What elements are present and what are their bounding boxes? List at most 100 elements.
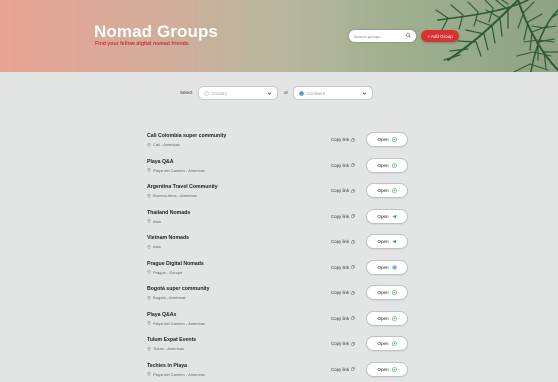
list-item: Argentina Travel Community Buenos Aires -… [147,179,409,205]
group-location-text: Buenos Aires - Americas [153,193,197,198]
list-item: Techies in Playa Playa del Carmen - Ameri… [147,358,409,382]
open-group-button[interactable]: Open [366,208,408,224]
hero-banner: Nomad Groups Find your fellow digital no… [0,0,558,72]
open-group-button[interactable]: Open [366,259,408,275]
group-location-text: Playa del Carmen - Americas [153,167,205,173]
group-location: Playa del Carmen - Americas [147,168,205,173]
group-name: Techies in Playa [147,362,187,369]
copy-icon [351,367,355,371]
copy-link-button[interactable]: Copy link [331,316,355,321]
group-location-text: Prague - Europe [153,269,183,275]
copy-icon [351,214,355,218]
copy-link-label: Copy link [331,341,350,346]
open-group-button[interactable]: Open [366,183,408,198]
copy-link-button[interactable]: Copy link [331,341,355,346]
copy-link-button[interactable]: Copy link [331,265,355,270]
copy-icon [351,290,355,295]
globe-icon [299,90,304,96]
group-name: Cali Colombia super community [147,133,227,139]
copy-link-button[interactable]: Copy link [331,290,355,295]
open-label: Open [377,239,389,244]
open-label: Open [377,290,389,295]
location-pin-icon [147,321,151,325]
open-group-button[interactable]: Open [366,234,408,249]
copy-link-button[interactable]: Copy link [331,214,355,219]
copy-link-label: Copy link [331,366,350,372]
whatsapp-icon [391,137,397,142]
location-pin-icon [147,270,151,274]
group-location: Playa del Carmen - Americas [147,321,205,326]
copy-link-label: Copy link [331,162,350,168]
group-name: Argentina Travel Community [147,184,218,190]
group-name: Thailand Nomads [147,209,191,216]
whatsapp-icon [391,290,397,295]
select-label: Select [180,90,193,95]
country-select[interactable]: Country [198,86,278,100]
open-group-button[interactable]: Open [366,310,408,326]
continent-placeholder: Continent [307,90,325,96]
open-label: Open [377,137,389,142]
group-location: Playa del Carmen - Americas [147,372,205,377]
open-label: Open [377,341,389,346]
open-group-button[interactable]: Open [366,132,408,147]
copy-icon [351,239,355,244]
location-pin-icon [147,346,151,351]
copy-link-button[interactable]: Copy link [331,163,355,168]
telegram-icon [392,239,397,244]
open-group-button[interactable]: Open [366,336,408,351]
add-group-button[interactable]: + Add Group [421,30,459,42]
group-location-text: Asia [153,244,161,249]
copy-icon [351,137,355,142]
open-label: Open [377,315,389,321]
whatsapp-icon [391,315,397,321]
open-label: Open [377,162,389,168]
telegram-icon [392,214,397,218]
list-item: Thailand Nomads Asia Copy link Open [147,205,409,231]
list-item: Cali Colombia super community Cali - Amer… [147,128,409,154]
copy-link-label: Copy link [331,213,350,219]
location-pin-icon [147,219,151,223]
whatsapp-icon [391,366,397,372]
copy-link-button[interactable]: Copy link [331,239,355,244]
open-label: Open [377,264,389,270]
copy-link-label: Copy link [331,137,350,142]
group-name: Playa Q&As [147,311,177,318]
open-label: Open [377,188,389,193]
page-title: Nomad Groups [94,22,218,41]
group-list: Cali Colombia super community Cali - Amer… [147,128,409,382]
copy-link-label: Copy link [331,264,350,270]
location-pin-icon [147,193,151,198]
whatsapp-icon [391,188,397,193]
group-location-text: Playa del Carmen - Americas [153,371,205,377]
whatsapp-icon [391,341,397,346]
location-pin-icon [147,295,151,300]
copy-link-label: Copy link [331,290,350,295]
copy-icon [351,265,355,269]
list-item: Tulum Expat Events Tulum - Americas Copy l… [147,332,409,358]
open-group-button[interactable]: Open [366,361,408,377]
group-location: Asia [147,219,161,224]
list-item: Vietnam Nomads Asia Copy link Open [147,230,409,256]
copy-icon [351,188,355,193]
copy-link-button[interactable]: Copy link [331,188,355,193]
copy-link-button[interactable]: Copy link [331,137,355,142]
group-name: Prague Digital Nomads [147,260,204,267]
group-location: Bogotá - Americas [147,295,186,300]
group-name: Bogotá super community [147,286,210,292]
copy-icon [351,341,355,346]
group-location: Asia [147,244,161,249]
chevron-down-icon [267,92,272,95]
group-location-text: Bogotá - Americas [153,295,186,300]
filter-bar: Select Country or Continent [0,86,558,100]
or-label: or [284,90,289,95]
open-group-button[interactable]: Open [366,285,408,300]
group-location-text: Tulum - Americas [153,346,184,351]
open-group-button[interactable]: Open [366,157,408,173]
search-box[interactable] [349,30,416,42]
copy-icon [351,316,355,320]
search-input[interactable] [354,31,402,41]
copy-link-button[interactable]: Copy link [331,367,355,372]
country-placeholder: Country [212,90,227,96]
continent-select[interactable]: Continent [293,86,373,100]
open-label: Open [377,213,389,219]
